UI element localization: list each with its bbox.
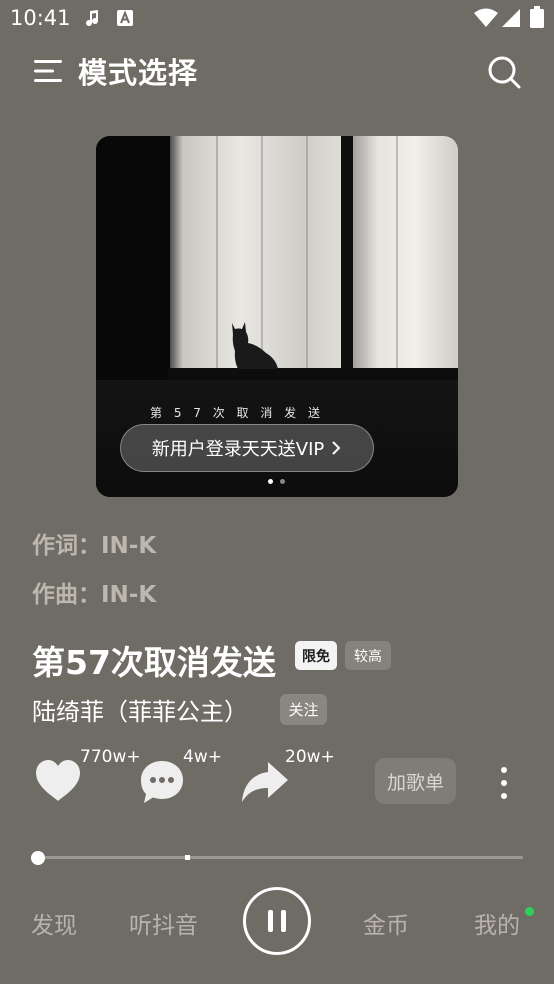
album-cover[interactable]: 第 5 7 次 取 消 发 送 新用户登录天天送VIP: [96, 136, 458, 497]
heart-icon[interactable]: [34, 759, 82, 803]
battery-icon: [530, 6, 544, 28]
curtain-right: [351, 136, 458, 374]
cell-signal-icon: [502, 9, 520, 27]
wifi-icon: [474, 8, 498, 27]
play-pause-button[interactable]: [243, 887, 311, 955]
music-notification-icon: [86, 10, 99, 27]
progress-marker: [185, 855, 190, 860]
search-icon[interactable]: [486, 54, 522, 90]
status-time: 10:41: [10, 6, 71, 30]
share-count: 20w+: [285, 747, 335, 767]
free-badge: 限免: [295, 641, 337, 670]
artist-name[interactable]: 陆绮菲（菲菲公主）: [32, 692, 248, 727]
page-dot-active: [268, 479, 273, 484]
chevron-right-icon: [332, 441, 341, 455]
nav-item-discover[interactable]: 发现: [31, 906, 77, 940]
song-title: 第57次取消发送: [32, 643, 276, 682]
vip-promo-button[interactable]: 新用户登录天天送VIP: [120, 424, 374, 472]
progress-track[interactable]: [38, 856, 523, 859]
nav-item-coins[interactable]: 金币: [363, 906, 409, 940]
more-icon[interactable]: [500, 766, 508, 800]
follow-button[interactable]: 关注: [280, 694, 327, 725]
like-count: 770w+: [80, 747, 141, 767]
notification-dot: [525, 907, 534, 916]
progress-knob[interactable]: [31, 851, 45, 865]
menu-icon[interactable]: [34, 58, 64, 84]
quality-badge[interactable]: 较高: [345, 641, 391, 670]
comment-icon[interactable]: [139, 759, 185, 805]
share-icon[interactable]: [240, 760, 290, 804]
page-title[interactable]: 模式选择: [78, 50, 198, 92]
pause-icon: [268, 910, 286, 932]
nav-item-me[interactable]: 我的: [474, 906, 520, 940]
composer-credit: 作曲：IN-K: [32, 582, 157, 608]
vip-promo-label: 新用户登录天天送VIP: [151, 439, 325, 460]
page-dot: [280, 479, 285, 484]
cat-silhouette: [232, 322, 278, 369]
app-notification-icon: [117, 10, 133, 26]
add-to-playlist-button[interactable]: 加歌单: [375, 758, 456, 804]
lyricist-credit: 作词：IN-K: [32, 533, 157, 559]
comment-count: 4w+: [183, 747, 222, 767]
nav-item-douyin[interactable]: 听抖音: [129, 906, 198, 940]
cover-lyric-text: 第 5 7 次 取 消 发 送: [150, 406, 324, 420]
